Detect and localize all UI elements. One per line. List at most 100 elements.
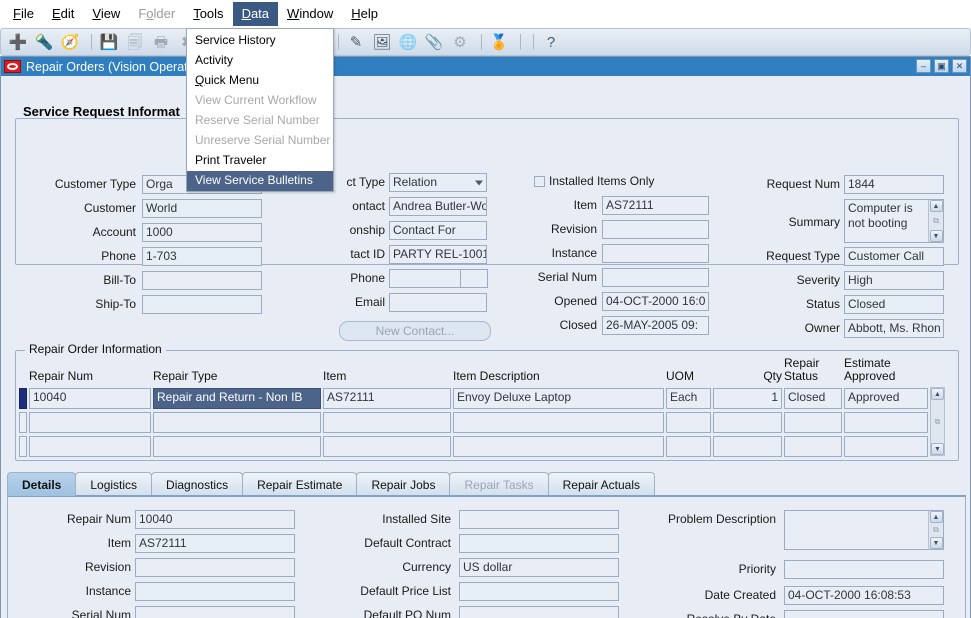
field-ontact[interactable]: Andrea Butler-Wo: [389, 197, 487, 216]
attachment-icon[interactable]: 📎: [423, 31, 445, 53]
tab-diagnostics[interactable]: Diagnostics: [151, 472, 244, 496]
row-marker[interactable]: [19, 412, 27, 433]
table-cell[interactable]: Closed: [784, 388, 842, 409]
table-cell[interactable]: [453, 436, 664, 457]
field-owner[interactable]: Abbott, Ms. Rhon: [844, 319, 944, 338]
field-account[interactable]: 1000: [142, 223, 262, 242]
grid-scroll-down-icon[interactable]: ▼: [931, 443, 944, 455]
field-instance[interactable]: [135, 582, 295, 601]
table-cell[interactable]: Repair and Return - Non IB: [153, 388, 321, 409]
scroll-up-icon[interactable]: ▲: [929, 511, 943, 523]
table-cell[interactable]: 1: [713, 388, 782, 409]
field-phone-ext[interactable]: [460, 269, 488, 288]
chevron-down-icon[interactable]: [475, 180, 483, 185]
save-icon[interactable]: 💾: [98, 31, 120, 53]
table-cell[interactable]: Envoy Deluxe Laptop: [453, 388, 664, 409]
menu-item-activity[interactable]: Activity: [187, 51, 333, 71]
menu-window[interactable]: Window: [278, 2, 342, 26]
table-cell[interactable]: [844, 436, 928, 457]
table-cell[interactable]: [153, 412, 321, 433]
field-problem-description[interactable]: ▲ ⧉ ▼: [784, 510, 944, 550]
field-serial-num[interactable]: [135, 606, 295, 618]
field-bill-to[interactable]: [142, 271, 262, 290]
grid-scroll-grip-icon[interactable]: ⧉: [935, 417, 941, 427]
table-cell[interactable]: [29, 436, 151, 457]
scroll-grip-icon[interactable]: ⧉: [933, 525, 939, 535]
menu-item-quick-menu[interactable]: Quick Menu: [187, 71, 333, 91]
field-phone[interactable]: 1-703: [142, 247, 262, 266]
table-cell[interactable]: [784, 436, 842, 457]
maximize-button[interactable]: ▣: [934, 59, 949, 73]
field-item[interactable]: AS72111: [135, 534, 295, 553]
field-ship-to[interactable]: [142, 295, 262, 314]
menu-view[interactable]: View: [83, 2, 129, 26]
table-cell[interactable]: 10040: [29, 388, 151, 409]
menu-item-service-history[interactable]: Service History: [187, 31, 333, 51]
table-cell[interactable]: [666, 436, 711, 457]
installed-items-only-checkbox[interactable]: [534, 176, 545, 187]
field-ct-type[interactable]: Relation: [389, 173, 487, 192]
table-cell[interactable]: [713, 412, 782, 433]
field-request-type[interactable]: Customer Call: [844, 247, 944, 266]
table-cell[interactable]: [153, 436, 321, 457]
field-onship[interactable]: Contact For: [389, 221, 487, 240]
menu-tools[interactable]: Tools: [184, 2, 232, 26]
menu-item-view-service-bulletins[interactable]: View Service Bulletins: [187, 171, 333, 191]
field-revision[interactable]: [602, 220, 709, 239]
field-repair-num[interactable]: 10040: [135, 510, 295, 529]
field-installed-site[interactable]: [459, 510, 619, 529]
minimize-button[interactable]: –: [916, 59, 931, 73]
menu-folder[interactable]: Folder: [129, 2, 184, 26]
show-navigator-icon[interactable]: 🧭: [59, 31, 81, 53]
zoom-icon[interactable]: 🖼: [371, 31, 393, 53]
field-serial-num[interactable]: [602, 268, 709, 287]
field-default-contract[interactable]: [459, 534, 619, 553]
field-instance[interactable]: [602, 244, 709, 263]
field-resolve-by-date[interactable]: [784, 610, 944, 618]
data-menu-dropdown[interactable]: Service History Activity Quick Menu View Cu…: [186, 28, 334, 192]
field-summary[interactable]: Computer is not booting ▲ ⧉ ▼: [844, 199, 944, 243]
menu-help[interactable]: Help: [342, 2, 387, 26]
tab-repair-jobs[interactable]: Repair Jobs: [356, 472, 451, 496]
field-date-created[interactable]: 04-OCT-2000 16:08:53: [784, 586, 944, 605]
table-cell[interactable]: [29, 412, 151, 433]
field-currency[interactable]: US dollar: [459, 558, 619, 577]
field-revision[interactable]: [135, 558, 295, 577]
table-cell[interactable]: [713, 436, 782, 457]
field-customer[interactable]: World: [142, 199, 262, 218]
tab-details[interactable]: Details: [7, 472, 77, 496]
table-cell[interactable]: [784, 412, 842, 433]
scroll-grip-icon[interactable]: ⧉: [933, 216, 939, 226]
field-default-po-num[interactable]: [459, 606, 619, 618]
grid-scroll-up-icon[interactable]: ▲: [931, 388, 944, 400]
row-marker[interactable]: [19, 388, 27, 409]
window-help-icon[interactable]: 🏅: [488, 31, 510, 53]
table-cell[interactable]: [323, 412, 451, 433]
table-cell[interactable]: [323, 436, 451, 457]
table-cell[interactable]: Approved: [844, 388, 928, 409]
field-closed[interactable]: 26-MAY-2005 09:: [602, 316, 709, 335]
field-severity[interactable]: High: [844, 271, 944, 290]
table-cell[interactable]: Each: [666, 388, 711, 409]
field-status[interactable]: Closed: [844, 295, 944, 314]
menu-edit[interactable]: Edit: [43, 2, 83, 26]
menu-data[interactable]: Data: [232, 1, 279, 26]
tab-repair-actuals[interactable]: Repair Actuals: [547, 472, 655, 496]
tab-repair-estimate[interactable]: Repair Estimate: [242, 472, 358, 496]
table-cell[interactable]: AS72111: [323, 388, 451, 409]
field-tact-id[interactable]: PARTY REL-1001: [389, 245, 487, 264]
find-flashlight-icon[interactable]: 🔦: [33, 31, 55, 53]
repair-order-grid-scrollbar[interactable]: ▲ ⧉ ▼: [930, 387, 945, 456]
new-record-icon[interactable]: ➕: [7, 31, 29, 53]
new-contact-button[interactable]: New Contact...: [339, 321, 491, 341]
tab-logistics[interactable]: Logistics: [75, 472, 153, 496]
field-problem-description-scrollbar[interactable]: ▲ ⧉ ▼: [928, 511, 943, 549]
field-request-num[interactable]: 1844: [844, 175, 944, 194]
field-email[interactable]: [389, 293, 487, 312]
scroll-up-icon[interactable]: ▲: [929, 200, 943, 212]
field-default-price-list[interactable]: [459, 582, 619, 601]
table-cell[interactable]: [844, 412, 928, 433]
field-opened[interactable]: 04-OCT-2000 16:0: [602, 292, 709, 311]
edit-field-icon[interactable]: ✎: [345, 31, 367, 53]
scroll-down-icon[interactable]: ▼: [929, 537, 943, 549]
